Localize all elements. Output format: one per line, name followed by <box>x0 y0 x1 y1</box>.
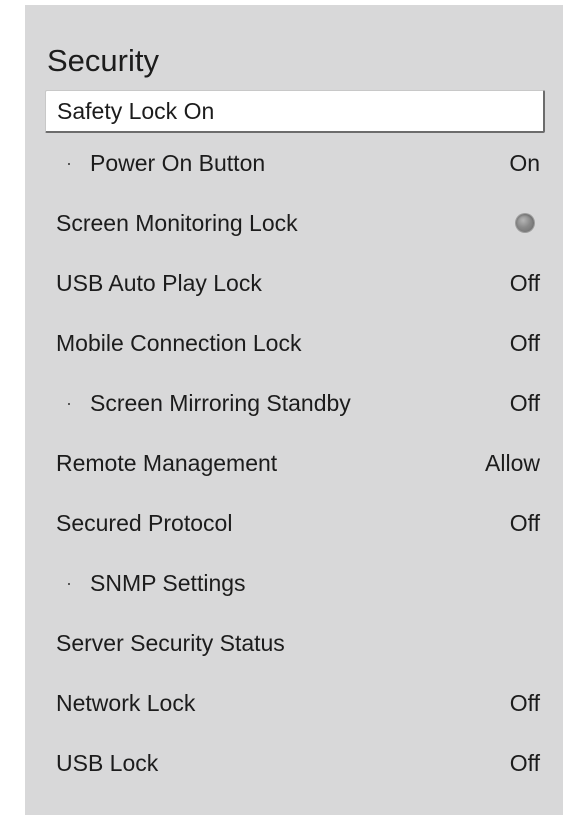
menu-item-label-wrap: Secured Protocol <box>56 510 232 537</box>
security-menu-panel: Security Safety Lock On · Power On Butto… <box>25 5 563 815</box>
menu-item-screen-mirroring-standby[interactable]: · Screen Mirroring Standby Off <box>25 373 563 433</box>
menu-item-value: Off <box>509 269 540 296</box>
menu-item-label-wrap: USB Lock <box>56 750 158 777</box>
menu-item-value: Off <box>509 509 540 536</box>
menu-item-value: Off <box>509 749 540 776</box>
menu-item-label-wrap: Safety Lock On <box>57 98 214 125</box>
menu-item-snmp-settings[interactable]: · SNMP Settings <box>25 553 563 613</box>
menu-item-label: Screen Mirroring Standby <box>90 389 351 416</box>
radio-toggle-icon[interactable] <box>516 214 534 232</box>
menu-item-label-wrap: Mobile Connection Lock <box>56 330 301 357</box>
menu-item-label: Secured Protocol <box>56 509 233 536</box>
bullet-icon: · <box>66 392 72 413</box>
page-title: Security <box>47 43 159 78</box>
security-menu-list: Safety Lock On · Power On Button On Scre… <box>25 90 563 793</box>
bullet-icon: · <box>66 572 72 593</box>
menu-item-value: Off <box>509 689 540 716</box>
menu-item-label: Mobile Connection Lock <box>56 329 302 356</box>
menu-item-secured-protocol[interactable]: Secured Protocol Off <box>25 493 563 553</box>
menu-item-label: Server Security Status <box>56 629 285 656</box>
menu-item-label: USB Auto Play Lock <box>56 269 262 296</box>
menu-item-mobile-connection-lock[interactable]: Mobile Connection Lock Off <box>25 313 563 373</box>
menu-item-power-on-button[interactable]: · Power On Button On <box>25 133 563 193</box>
menu-item-label-wrap: USB Auto Play Lock <box>56 270 262 297</box>
menu-item-value: Off <box>509 329 540 356</box>
menu-item-label-wrap: · Screen Mirroring Standby <box>56 390 351 417</box>
bullet-icon: · <box>66 152 72 173</box>
menu-item-value: Allow <box>485 449 540 476</box>
menu-item-label-wrap: Screen Monitoring Lock <box>56 210 298 237</box>
menu-item-usb-lock[interactable]: USB Lock Off <box>25 733 563 793</box>
menu-item-label: USB Lock <box>56 749 159 776</box>
menu-item-label: SNMP Settings <box>90 569 246 596</box>
menu-item-label-wrap: Server Security Status <box>56 630 285 657</box>
menu-item-label: Safety Lock On <box>57 97 215 124</box>
menu-item-value: Off <box>509 389 540 416</box>
menu-item-screen-monitoring-lock[interactable]: Screen Monitoring Lock <box>25 193 563 253</box>
menu-item-value: On <box>509 149 540 176</box>
menu-item-label-wrap: Network Lock <box>56 690 195 717</box>
menu-item-label: Network Lock <box>56 689 196 716</box>
menu-item-server-security-status[interactable]: Server Security Status <box>25 613 563 673</box>
menu-item-usb-auto-play-lock[interactable]: USB Auto Play Lock Off <box>25 253 563 313</box>
menu-item-label: Remote Management <box>56 449 278 476</box>
menu-item-label-wrap: Remote Management <box>56 450 277 477</box>
menu-item-network-lock[interactable]: Network Lock Off <box>25 673 563 733</box>
menu-item-label-wrap: · Power On Button <box>56 150 265 177</box>
menu-item-label: Power On Button <box>90 149 266 176</box>
menu-item-label: Screen Monitoring Lock <box>56 209 298 236</box>
menu-item-label-wrap: · SNMP Settings <box>56 570 246 597</box>
menu-item-remote-management[interactable]: Remote Management Allow <box>25 433 563 493</box>
menu-item-safety-lock-on[interactable]: Safety Lock On <box>45 90 545 133</box>
